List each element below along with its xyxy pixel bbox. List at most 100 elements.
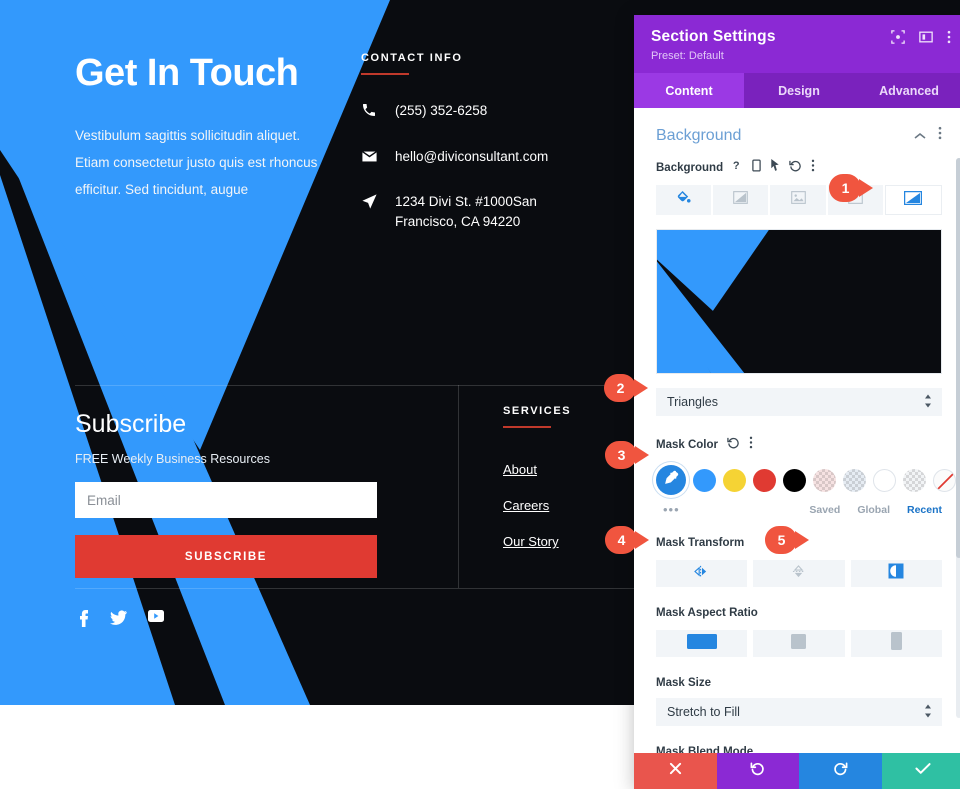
mask-aspect-ratio-label: Mask Aspect Ratio (656, 607, 758, 619)
hero-paragraph: Vestibulum sagittis sollicitudin aliquet… (75, 128, 318, 197)
mask-color-meta-row: ••• Saved Global Recent (656, 502, 942, 517)
more-colors-button[interactable]: ••• (656, 502, 680, 517)
swatch-none[interactable] (933, 468, 956, 492)
vertical-divider (458, 385, 459, 588)
responsive-icon[interactable] (752, 159, 761, 177)
mask-size-label: Mask Size (656, 677, 711, 689)
youtube-icon[interactable] (148, 610, 164, 627)
panel-header-icons (891, 30, 951, 49)
contact-email-value: hello@diviconsultant.com (395, 148, 549, 164)
panel-preset-selector[interactable]: Preset: Default (651, 50, 947, 62)
invert-icon (888, 563, 904, 584)
focus-icon[interactable] (891, 30, 905, 49)
swatch-transparent-blue[interactable] (843, 468, 866, 492)
background-section-header-icons (914, 126, 942, 145)
callout-number-3: 3 (617, 447, 626, 463)
callout-marker-2: 2 (604, 374, 650, 402)
background-section-header: Background (656, 108, 942, 159)
more-vertical-icon[interactable] (749, 436, 753, 454)
subscribe-button[interactable]: SUBSCRIBE (75, 535, 377, 578)
reset-icon[interactable] (789, 159, 802, 177)
contact-phone-value: (255) 352-6258 (395, 103, 488, 118)
mask-pattern-select[interactable]: Triangles (656, 388, 942, 416)
swatch-white[interactable] (873, 468, 896, 492)
eyedropper-icon (664, 470, 679, 490)
callout-number-2: 2 (616, 380, 625, 396)
color-tab-recent[interactable]: Recent (907, 504, 942, 516)
more-vertical-icon[interactable] (947, 30, 951, 49)
square-icon (791, 633, 807, 654)
background-type-image[interactable] (770, 185, 826, 215)
mask-aspect-ratio-block: Mask Aspect Ratio (656, 607, 942, 657)
contact-address-value: 1234 Divi St. #1000San Francisco, CA 942… (395, 194, 537, 229)
callout-number-4: 4 (617, 532, 626, 548)
background-field-label: Background (656, 162, 724, 174)
save-button[interactable] (881, 753, 960, 789)
color-picker-button[interactable] (656, 465, 686, 495)
mask-transform-flip-horizontal[interactable] (656, 560, 748, 587)
gradient-icon (733, 191, 749, 209)
page-title: Get In Touch (75, 52, 299, 94)
email-input[interactable]: Email (75, 482, 377, 518)
aspect-ratio-landscape[interactable] (656, 630, 748, 657)
layout-icon[interactable] (919, 30, 933, 49)
color-fill-icon (676, 190, 691, 210)
undo-icon (750, 761, 765, 781)
close-icon (669, 762, 682, 780)
hover-icon[interactable] (770, 159, 780, 177)
facebook-icon[interactable] (78, 610, 89, 627)
swatch-black[interactable] (783, 468, 806, 492)
help-icon[interactable]: ? (732, 159, 743, 177)
more-vertical-icon[interactable] (938, 126, 942, 145)
redo-button[interactable] (799, 753, 882, 789)
mask-transform-invert[interactable] (850, 560, 942, 587)
mask-blend-mode-label: Mask Blend Mode (656, 746, 754, 753)
mask-color-label: Mask Color (656, 439, 718, 451)
background-type-color-fill[interactable] (656, 185, 712, 215)
location-arrow-icon (361, 192, 395, 210)
contact-address-row: 1234 Divi St. #1000San Francisco, CA 942… (361, 192, 591, 231)
mask-size-value: Stretch to Fill (667, 705, 740, 719)
undo-button[interactable] (716, 753, 799, 789)
background-type-gradient[interactable] (713, 185, 769, 215)
scrollbar-thumb[interactable] (956, 158, 960, 558)
mask-size-select[interactable]: Stretch to Fill (656, 698, 942, 726)
tab-design[interactable]: Design (744, 73, 854, 108)
color-tab-saved[interactable]: Saved (809, 504, 840, 516)
mask-transform-flip-vertical[interactable] (753, 560, 845, 587)
reset-icon[interactable] (727, 436, 740, 454)
aspect-ratio-portrait[interactable] (850, 630, 942, 657)
background-type-mask[interactable] (884, 185, 943, 215)
panel-tabs: Content Design Advanced (634, 73, 960, 108)
cancel-button[interactable] (634, 753, 717, 789)
screenshot-root: Get In Touch Vestibulum sagittis sollici… (0, 0, 960, 789)
swatch-red[interactable] (753, 468, 776, 492)
portrait-icon (890, 632, 902, 655)
mask-color-label-row: Mask Color (656, 436, 942, 454)
background-section-title: Background (656, 126, 742, 144)
swatch-transparent-pink[interactable] (813, 468, 836, 492)
image-icon (790, 191, 806, 209)
check-icon (915, 762, 931, 780)
color-tab-global[interactable]: Global (857, 504, 890, 516)
aspect-ratio-square[interactable] (753, 630, 845, 657)
twitter-icon[interactable] (110, 610, 127, 627)
swatch-blue[interactable] (693, 468, 716, 492)
swatch-yellow[interactable] (723, 468, 746, 492)
tab-advanced[interactable]: Advanced (854, 73, 960, 108)
mask-pattern-value: Triangles (667, 395, 718, 409)
chevron-up-icon[interactable] (914, 127, 926, 145)
mask-aspect-ratio-options (656, 630, 942, 657)
mask-preview-thumbnail (656, 229, 942, 374)
panel-header: Section Settings Preset: Default (634, 15, 960, 73)
title-underline (503, 426, 551, 428)
background-type-selector (656, 185, 943, 215)
flip-vertical-icon (792, 564, 805, 584)
tab-content[interactable]: Content (634, 73, 744, 108)
mask-blend-mode-block: Mask Blend Mode Normal (656, 746, 942, 753)
callout-number-1: 1 (841, 180, 850, 196)
swatch-transparent[interactable] (903, 468, 926, 492)
mask-size-block: Mask Size Stretch to Fill (656, 677, 942, 726)
flip-horizontal-icon (693, 565, 710, 583)
more-vertical-icon[interactable] (811, 159, 815, 177)
